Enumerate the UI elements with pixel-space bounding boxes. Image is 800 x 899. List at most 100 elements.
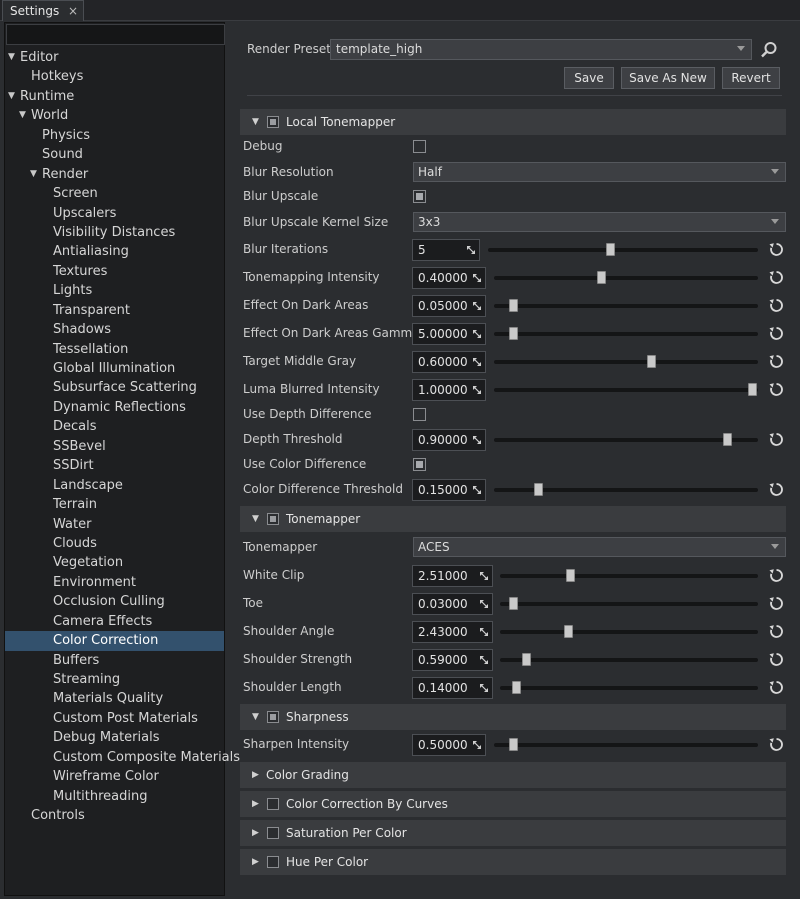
expand-arrow-icon[interactable]: ▼: [252, 506, 259, 532]
section-enable-checkbox[interactable]: [267, 798, 279, 810]
tree-item-color-correction[interactable]: Color Correction: [5, 631, 224, 651]
slider-handle[interactable]: [511, 681, 521, 694]
slider-handle[interactable]: [509, 597, 519, 610]
section-enable-checkbox[interactable]: [267, 827, 279, 839]
blur-resolution-dropdown[interactable]: Half: [413, 162, 786, 182]
reset-icon[interactable]: [768, 567, 785, 584]
collapsed-arrow-icon[interactable]: ▶: [252, 762, 259, 788]
tree-item-custom-composite-materials[interactable]: Custom Composite Materials: [5, 748, 240, 767]
render-preset-dropdown[interactable]: template_high: [330, 39, 752, 60]
expand-arrow-icon[interactable]: ▼: [252, 704, 259, 730]
reset-icon[interactable]: [768, 381, 785, 398]
drag-resize-icon[interactable]: [479, 599, 489, 609]
section-enable-checkbox[interactable]: [267, 711, 279, 723]
blur-upscale-checkbox[interactable]: [413, 190, 426, 203]
slider-track[interactable]: [500, 625, 758, 638]
tree-item-visibility-distances[interactable]: Visibility Distances: [5, 223, 224, 242]
value-input[interactable]: 2.43000: [412, 621, 493, 643]
tonemapper-dropdown[interactable]: ACES: [413, 537, 786, 557]
slider-track[interactable]: [500, 653, 758, 666]
tree-item-tessellation[interactable]: Tessellation: [5, 340, 224, 359]
slider-track[interactable]: [494, 483, 758, 496]
section-tonemapper[interactable]: ▼ Tonemapper: [240, 506, 786, 532]
tree-item-physics[interactable]: Physics: [5, 126, 224, 145]
slider-track[interactable]: [488, 243, 758, 256]
tree-item-controls[interactable]: Controls: [5, 806, 224, 825]
tree-item-materials-quality[interactable]: Materials Quality: [5, 689, 224, 708]
tree-item-runtime[interactable]: ▼ Runtime: [5, 87, 224, 106]
slider-track[interactable]: [494, 355, 758, 368]
slider-track[interactable]: [494, 299, 758, 312]
slider-handle[interactable]: [565, 569, 575, 582]
value-input[interactable]: 0.15000: [412, 479, 486, 501]
section-hue-per-color[interactable]: ▶ Hue Per Color: [240, 849, 786, 875]
tree-item-sound[interactable]: Sound: [5, 145, 224, 164]
drag-resize-icon[interactable]: [479, 655, 489, 665]
section-local-tonemapper[interactable]: ▼ Local Tonemapper: [240, 109, 786, 135]
tree-item-debug-materials[interactable]: Debug Materials: [5, 728, 224, 747]
use-color-checkbox[interactable]: [413, 458, 426, 471]
slider-handle[interactable]: [508, 299, 518, 312]
drag-resize-icon[interactable]: [472, 385, 482, 395]
debug-checkbox[interactable]: [413, 140, 426, 153]
slider-handle[interactable]: [533, 483, 543, 496]
tree-item-multithreading[interactable]: Multithreading: [5, 787, 224, 806]
tree-item-transparent[interactable]: Transparent: [5, 301, 224, 320]
drag-resize-icon[interactable]: [472, 357, 482, 367]
reset-icon[interactable]: [768, 431, 785, 448]
value-input[interactable]: 0.59000: [412, 649, 493, 671]
tree-item-dynamic-reflections[interactable]: Dynamic Reflections: [5, 398, 224, 417]
slider-track[interactable]: [494, 271, 758, 284]
reset-icon[interactable]: [768, 595, 785, 612]
value-input[interactable]: 0.60000: [412, 351, 486, 373]
drag-resize-icon[interactable]: [472, 329, 482, 339]
tree-item-antialiasing[interactable]: Antialiasing: [5, 242, 224, 261]
tree-item-hotkeys[interactable]: Hotkeys: [5, 67, 224, 86]
value-input[interactable]: 0.40000: [412, 267, 486, 289]
slider-handle[interactable]: [606, 243, 616, 256]
tree-item-vegetation[interactable]: Vegetation: [5, 553, 224, 572]
tree-item-textures[interactable]: Textures: [5, 262, 224, 281]
tree-item-terrain[interactable]: Terrain: [5, 495, 224, 514]
expand-arrow-icon[interactable]: ▼: [252, 109, 259, 135]
slider-handle[interactable]: [722, 433, 732, 446]
tree-item-custom-post-materials[interactable]: Custom Post Materials: [5, 709, 224, 728]
section-color-curves[interactable]: ▶ Color Correction By Curves: [240, 791, 786, 817]
tree-item-editor[interactable]: ▼ Editor: [5, 48, 224, 67]
slider-track[interactable]: [494, 433, 758, 446]
value-input[interactable]: 0.05000: [412, 295, 486, 317]
reset-icon[interactable]: [768, 325, 785, 342]
drag-resize-icon[interactable]: [466, 245, 476, 255]
drag-resize-icon[interactable]: [472, 485, 482, 495]
tree-item-upscalers[interactable]: Upscalers: [5, 204, 224, 223]
tree-item-buffers[interactable]: Buffers: [5, 651, 224, 670]
tree-item-shadows[interactable]: Shadows: [5, 320, 224, 339]
tree-item-screen[interactable]: Screen: [5, 184, 224, 203]
section-enable-checkbox[interactable]: [267, 116, 279, 128]
tab-settings[interactable]: Settings ×: [2, 0, 84, 21]
reset-icon[interactable]: [768, 481, 785, 498]
slider-track[interactable]: [494, 383, 758, 396]
slider-handle[interactable]: [521, 653, 531, 666]
tree-item-occlusion-culling[interactable]: Occlusion Culling: [5, 592, 224, 611]
value-input[interactable]: 5.00000: [412, 323, 486, 345]
revert-button[interactable]: Revert: [722, 67, 780, 89]
drag-resize-icon[interactable]: [472, 740, 482, 750]
slider-track[interactable]: [500, 681, 758, 694]
tree-item-global-illumination[interactable]: Global Illumination: [5, 359, 224, 378]
reset-icon[interactable]: [768, 679, 785, 696]
tree-item-landscape[interactable]: Landscape: [5, 476, 224, 495]
tree-item-decals[interactable]: Decals: [5, 417, 224, 436]
slider-track[interactable]: [494, 738, 758, 751]
value-input[interactable]: 0.14000: [412, 677, 493, 699]
expand-arrow-icon[interactable]: ▼: [8, 48, 15, 67]
tree-item-world[interactable]: ▼ World: [5, 106, 224, 125]
tree-item-clouds[interactable]: Clouds: [5, 534, 224, 553]
drag-resize-icon[interactable]: [479, 627, 489, 637]
tree-item-ssdirt[interactable]: SSDirt: [5, 456, 224, 475]
save-as-new-button[interactable]: Save As New: [621, 67, 715, 89]
tree-item-wireframe-color[interactable]: Wireframe Color: [5, 767, 224, 786]
drag-resize-icon[interactable]: [472, 435, 482, 445]
drag-resize-icon[interactable]: [472, 301, 482, 311]
save-button[interactable]: Save: [564, 67, 614, 89]
